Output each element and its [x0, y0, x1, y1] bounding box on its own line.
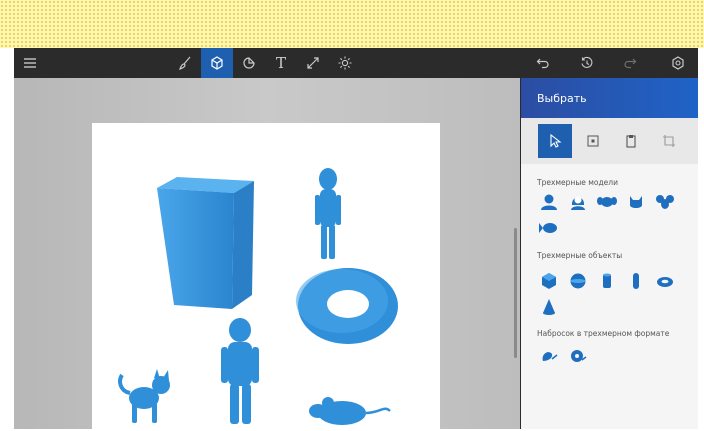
paint3d-window: T Выбрать Трехмерные модели Трехмерные о… [14, 48, 698, 429]
mouse-model-button[interactable] [654, 192, 676, 212]
sun-icon [338, 56, 352, 70]
brushes-tool[interactable] [169, 48, 201, 78]
decorative-dot-pattern [0, 0, 704, 48]
redo-icon [624, 58, 637, 69]
sketch-soft-edge-button[interactable] [567, 346, 589, 366]
vertical-scrollbar[interactable] [514, 228, 517, 358]
panel-header: Выбрать [521, 78, 698, 118]
crop-tool[interactable] [652, 124, 686, 158]
history-icon [581, 56, 593, 68]
cube-model[interactable] [157, 177, 254, 309]
mixed-reality-button[interactable] [662, 48, 694, 78]
dog-model-button[interactable] [596, 192, 618, 212]
woman-figure-model[interactable] [315, 168, 341, 259]
torus-object[interactable] [296, 268, 398, 344]
redo-button[interactable] [614, 48, 646, 78]
mixed-reality-icon [672, 56, 684, 70]
sphere-object-button[interactable] [567, 271, 589, 291]
cone-object-button[interactable] [538, 297, 560, 317]
undo-icon [536, 58, 549, 69]
cursor-icon [550, 134, 562, 148]
history-button[interactable] [571, 48, 603, 78]
top-toolbar: T [14, 48, 698, 78]
canvas-tool[interactable] [297, 48, 329, 78]
scene-objects [118, 168, 398, 425]
section-label-sketch: Набросок в трехмерном формате [537, 329, 670, 338]
sphere-object-icon [570, 273, 586, 289]
workspace-area[interactable] [14, 78, 520, 429]
man-figure-model[interactable] [221, 318, 259, 424]
selection-tools [521, 118, 698, 164]
hamburger-icon [24, 58, 36, 68]
3d-shapes-tool[interactable] [201, 48, 233, 78]
resize-icon [307, 57, 319, 69]
section-label-objects: Трехмерные объекты [537, 251, 623, 260]
cube-object-button[interactable] [538, 271, 560, 291]
sketch-soft-icon [571, 350, 587, 362]
stickers-tool[interactable] [233, 48, 265, 78]
cylinder-object-button[interactable] [596, 271, 618, 291]
sketch-sharp-edge-button[interactable] [538, 346, 560, 366]
man-model-button[interactable] [538, 192, 560, 212]
torus-object-button[interactable] [654, 271, 676, 291]
cat-model[interactable] [118, 369, 170, 423]
cat-model-icon [630, 196, 642, 208]
capsule-object-icon [633, 273, 639, 289]
cube-object-icon [542, 273, 556, 289]
clipboard-icon [626, 135, 636, 148]
mouse-model-icon [656, 195, 674, 209]
sketch-sharp-icon [542, 352, 558, 361]
text-tool[interactable]: T [265, 48, 297, 78]
select-tool[interactable] [538, 124, 572, 158]
cylinder-object-icon [603, 273, 611, 288]
drawing-canvas[interactable] [92, 123, 440, 429]
panel-title: Выбрать [537, 91, 587, 105]
cube-icon [211, 56, 223, 70]
woman-model-icon [571, 196, 585, 210]
cat-model-button[interactable] [625, 192, 647, 212]
menu-button[interactable] [14, 48, 46, 78]
brush-icon [179, 56, 191, 70]
cone-object-icon [543, 299, 555, 315]
section-label-models: Трехмерные модели [537, 178, 618, 187]
sticker-icon [243, 57, 255, 69]
mouse-model[interactable] [309, 397, 391, 425]
torus-object-icon [657, 277, 673, 287]
text-icon: T [275, 54, 286, 72]
woman-model-button[interactable] [567, 192, 589, 212]
man-model-icon [541, 194, 557, 210]
target-select-icon [587, 135, 599, 147]
undo-button[interactable] [527, 48, 559, 78]
crop-icon [663, 135, 675, 147]
dog-model-icon [597, 197, 617, 207]
capsule-object-button[interactable] [625, 271, 647, 291]
magic-select-tool[interactable] [576, 124, 610, 158]
side-panel: Выбрать Трехмерные модели Трехмерные объ… [521, 78, 698, 429]
effects-tool[interactable] [329, 48, 361, 78]
paste-tool[interactable] [614, 124, 648, 158]
fish-model-icon [539, 223, 557, 233]
fish-model-button[interactable] [538, 218, 560, 238]
